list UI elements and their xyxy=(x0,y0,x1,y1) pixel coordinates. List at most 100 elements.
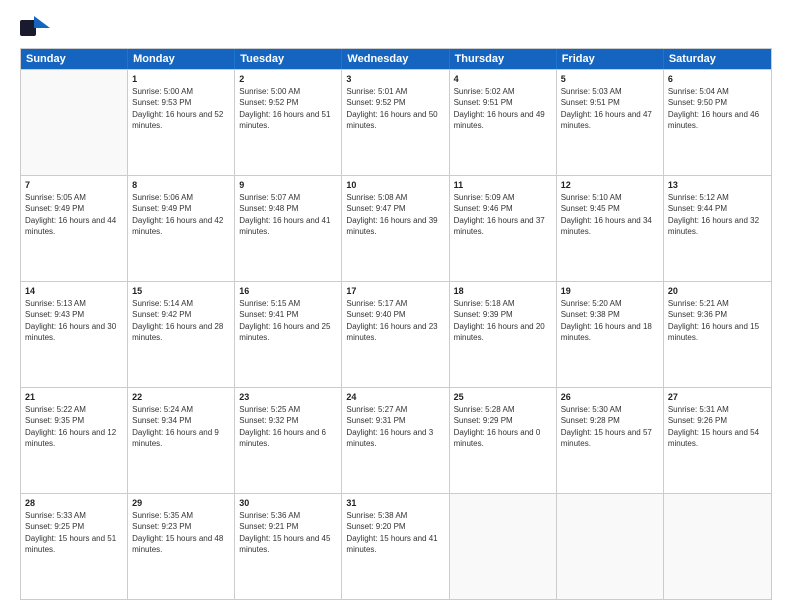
sun-info: Sunrise: 5:22 AMSunset: 9:35 PMDaylight:… xyxy=(25,404,123,449)
calendar-row: 7Sunrise: 5:05 AMSunset: 9:49 PMDaylight… xyxy=(21,175,771,281)
sun-info: Sunrise: 5:24 AMSunset: 9:34 PMDaylight:… xyxy=(132,404,230,449)
calendar-cell: 27Sunrise: 5:31 AMSunset: 9:26 PMDayligh… xyxy=(664,388,771,493)
calendar-cell: 7Sunrise: 5:05 AMSunset: 9:49 PMDaylight… xyxy=(21,176,128,281)
sun-info: Sunrise: 5:08 AMSunset: 9:47 PMDaylight:… xyxy=(346,192,444,237)
calendar-cell: 26Sunrise: 5:30 AMSunset: 9:28 PMDayligh… xyxy=(557,388,664,493)
day-number: 8 xyxy=(132,179,230,191)
day-number: 30 xyxy=(239,497,337,509)
calendar-row: 1Sunrise: 5:00 AMSunset: 9:53 PMDaylight… xyxy=(21,69,771,175)
calendar-row: 14Sunrise: 5:13 AMSunset: 9:43 PMDayligh… xyxy=(21,281,771,387)
calendar-cell: 12Sunrise: 5:10 AMSunset: 9:45 PMDayligh… xyxy=(557,176,664,281)
sun-info: Sunrise: 5:13 AMSunset: 9:43 PMDaylight:… xyxy=(25,298,123,343)
sun-info: Sunrise: 5:14 AMSunset: 9:42 PMDaylight:… xyxy=(132,298,230,343)
sun-info: Sunrise: 5:00 AMSunset: 9:53 PMDaylight:… xyxy=(132,86,230,131)
sun-info: Sunrise: 5:04 AMSunset: 9:50 PMDaylight:… xyxy=(668,86,767,131)
calendar-cell: 1Sunrise: 5:00 AMSunset: 9:53 PMDaylight… xyxy=(128,70,235,175)
day-number: 28 xyxy=(25,497,123,509)
calendar-cell xyxy=(557,494,664,599)
calendar-cell: 4Sunrise: 5:02 AMSunset: 9:51 PMDaylight… xyxy=(450,70,557,175)
sun-info: Sunrise: 5:17 AMSunset: 9:40 PMDaylight:… xyxy=(346,298,444,343)
sun-info: Sunrise: 5:36 AMSunset: 9:21 PMDaylight:… xyxy=(239,510,337,555)
calendar-cell: 15Sunrise: 5:14 AMSunset: 9:42 PMDayligh… xyxy=(128,282,235,387)
day-number: 17 xyxy=(346,285,444,297)
calendar-cell: 10Sunrise: 5:08 AMSunset: 9:47 PMDayligh… xyxy=(342,176,449,281)
weekday-header: Saturday xyxy=(664,49,771,69)
sun-info: Sunrise: 5:31 AMSunset: 9:26 PMDaylight:… xyxy=(668,404,767,449)
calendar-cell xyxy=(21,70,128,175)
day-number: 3 xyxy=(346,73,444,85)
calendar-row: 21Sunrise: 5:22 AMSunset: 9:35 PMDayligh… xyxy=(21,387,771,493)
day-number: 14 xyxy=(25,285,123,297)
day-number: 7 xyxy=(25,179,123,191)
calendar-cell: 23Sunrise: 5:25 AMSunset: 9:32 PMDayligh… xyxy=(235,388,342,493)
day-number: 5 xyxy=(561,73,659,85)
day-number: 9 xyxy=(239,179,337,191)
day-number: 31 xyxy=(346,497,444,509)
sun-info: Sunrise: 5:25 AMSunset: 9:32 PMDaylight:… xyxy=(239,404,337,449)
sun-info: Sunrise: 5:12 AMSunset: 9:44 PMDaylight:… xyxy=(668,192,767,237)
weekday-header: Thursday xyxy=(450,49,557,69)
sun-info: Sunrise: 5:35 AMSunset: 9:23 PMDaylight:… xyxy=(132,510,230,555)
sun-info: Sunrise: 5:33 AMSunset: 9:25 PMDaylight:… xyxy=(25,510,123,555)
header xyxy=(20,16,772,40)
calendar-cell: 25Sunrise: 5:28 AMSunset: 9:29 PMDayligh… xyxy=(450,388,557,493)
sun-info: Sunrise: 5:28 AMSunset: 9:29 PMDaylight:… xyxy=(454,404,552,449)
sun-info: Sunrise: 5:05 AMSunset: 9:49 PMDaylight:… xyxy=(25,192,123,237)
calendar-cell: 30Sunrise: 5:36 AMSunset: 9:21 PMDayligh… xyxy=(235,494,342,599)
calendar-cell: 29Sunrise: 5:35 AMSunset: 9:23 PMDayligh… xyxy=(128,494,235,599)
weekday-header: Tuesday xyxy=(235,49,342,69)
calendar-cell: 19Sunrise: 5:20 AMSunset: 9:38 PMDayligh… xyxy=(557,282,664,387)
calendar-cell: 21Sunrise: 5:22 AMSunset: 9:35 PMDayligh… xyxy=(21,388,128,493)
calendar-cell: 28Sunrise: 5:33 AMSunset: 9:25 PMDayligh… xyxy=(21,494,128,599)
day-number: 26 xyxy=(561,391,659,403)
weekday-header: Sunday xyxy=(21,49,128,69)
calendar: SundayMondayTuesdayWednesdayThursdayFrid… xyxy=(20,48,772,600)
logo xyxy=(20,16,54,40)
sun-info: Sunrise: 5:03 AMSunset: 9:51 PMDaylight:… xyxy=(561,86,659,131)
calendar-cell: 24Sunrise: 5:27 AMSunset: 9:31 PMDayligh… xyxy=(342,388,449,493)
weekday-header: Monday xyxy=(128,49,235,69)
day-number: 21 xyxy=(25,391,123,403)
day-number: 16 xyxy=(239,285,337,297)
day-number: 19 xyxy=(561,285,659,297)
calendar-cell: 20Sunrise: 5:21 AMSunset: 9:36 PMDayligh… xyxy=(664,282,771,387)
day-number: 22 xyxy=(132,391,230,403)
day-number: 2 xyxy=(239,73,337,85)
day-number: 29 xyxy=(132,497,230,509)
sun-info: Sunrise: 5:06 AMSunset: 9:49 PMDaylight:… xyxy=(132,192,230,237)
sun-info: Sunrise: 5:02 AMSunset: 9:51 PMDaylight:… xyxy=(454,86,552,131)
sun-info: Sunrise: 5:00 AMSunset: 9:52 PMDaylight:… xyxy=(239,86,337,131)
calendar-cell: 2Sunrise: 5:00 AMSunset: 9:52 PMDaylight… xyxy=(235,70,342,175)
calendar-header: SundayMondayTuesdayWednesdayThursdayFrid… xyxy=(21,49,771,69)
calendar-cell: 16Sunrise: 5:15 AMSunset: 9:41 PMDayligh… xyxy=(235,282,342,387)
page: SundayMondayTuesdayWednesdayThursdayFrid… xyxy=(0,0,792,612)
calendar-body: 1Sunrise: 5:00 AMSunset: 9:53 PMDaylight… xyxy=(21,69,771,599)
sun-info: Sunrise: 5:10 AMSunset: 9:45 PMDaylight:… xyxy=(561,192,659,237)
day-number: 15 xyxy=(132,285,230,297)
sun-info: Sunrise: 5:20 AMSunset: 9:38 PMDaylight:… xyxy=(561,298,659,343)
day-number: 4 xyxy=(454,73,552,85)
calendar-cell: 13Sunrise: 5:12 AMSunset: 9:44 PMDayligh… xyxy=(664,176,771,281)
day-number: 12 xyxy=(561,179,659,191)
weekday-header: Wednesday xyxy=(342,49,449,69)
sun-info: Sunrise: 5:18 AMSunset: 9:39 PMDaylight:… xyxy=(454,298,552,343)
calendar-cell: 11Sunrise: 5:09 AMSunset: 9:46 PMDayligh… xyxy=(450,176,557,281)
sun-info: Sunrise: 5:30 AMSunset: 9:28 PMDaylight:… xyxy=(561,404,659,449)
day-number: 11 xyxy=(454,179,552,191)
calendar-cell: 22Sunrise: 5:24 AMSunset: 9:34 PMDayligh… xyxy=(128,388,235,493)
calendar-cell xyxy=(664,494,771,599)
sun-info: Sunrise: 5:01 AMSunset: 9:52 PMDaylight:… xyxy=(346,86,444,131)
sun-info: Sunrise: 5:21 AMSunset: 9:36 PMDaylight:… xyxy=(668,298,767,343)
sun-info: Sunrise: 5:09 AMSunset: 9:46 PMDaylight:… xyxy=(454,192,552,237)
calendar-cell: 3Sunrise: 5:01 AMSunset: 9:52 PMDaylight… xyxy=(342,70,449,175)
day-number: 13 xyxy=(668,179,767,191)
day-number: 1 xyxy=(132,73,230,85)
calendar-cell: 17Sunrise: 5:17 AMSunset: 9:40 PMDayligh… xyxy=(342,282,449,387)
day-number: 18 xyxy=(454,285,552,297)
day-number: 24 xyxy=(346,391,444,403)
weekday-header: Friday xyxy=(557,49,664,69)
calendar-cell xyxy=(450,494,557,599)
calendar-cell: 8Sunrise: 5:06 AMSunset: 9:49 PMDaylight… xyxy=(128,176,235,281)
day-number: 27 xyxy=(668,391,767,403)
calendar-cell: 6Sunrise: 5:04 AMSunset: 9:50 PMDaylight… xyxy=(664,70,771,175)
